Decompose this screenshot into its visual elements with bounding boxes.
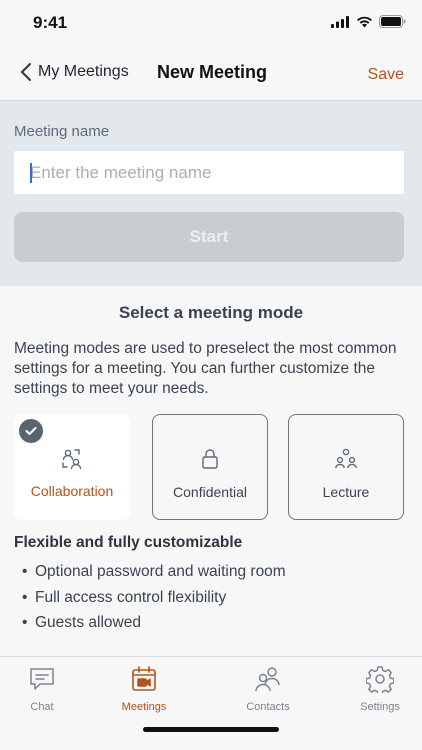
- signal-icon: [331, 15, 349, 28]
- chat-icon: [30, 668, 54, 690]
- mode-card-lecture[interactable]: Lecture: [288, 414, 404, 520]
- mode-card-collaboration[interactable]: Collaboration: [14, 414, 130, 520]
- chevron-left-icon: [21, 63, 31, 81]
- lock-icon: [200, 447, 220, 476]
- tab-label: Settings: [360, 701, 400, 713]
- tab-bar: Chat Meetings Contacts Settings: [0, 656, 422, 750]
- tab-label: Chat: [30, 701, 54, 713]
- tab-meetings[interactable]: Meetings: [99, 665, 189, 713]
- contacts-icon: [255, 667, 280, 692]
- checkmark-icon: [19, 419, 43, 443]
- meeting-name-label: Meeting name: [14, 123, 110, 140]
- meeting-name-input[interactable]: [14, 151, 404, 194]
- collaboration-icon: [60, 447, 84, 476]
- text-caret: [30, 163, 32, 183]
- calendar-video-icon: [132, 666, 156, 691]
- back-label: My Meetings: [38, 63, 129, 80]
- page-title: New Meeting: [157, 62, 268, 82]
- nav-bar: My Meetings New Meeting Save: [0, 46, 422, 100]
- tab-settings[interactable]: Settings: [335, 665, 422, 713]
- meeting-mode-section: Select a meeting mode Meeting modes are …: [0, 286, 422, 656]
- mode-description: Meeting modes are used to preselect the …: [14, 340, 397, 397]
- meeting-name-section: Meeting name Start: [0, 100, 422, 286]
- wifi-icon: [357, 16, 372, 27]
- mode-card-confidential[interactable]: Confidential: [152, 414, 268, 520]
- list-item: • Full access control flexibility: [22, 588, 227, 606]
- tab-chat[interactable]: Chat: [0, 665, 87, 713]
- feature-list: • Optional password and waiting room • Ful…: [22, 559, 286, 636]
- status-bar: 9:41: [0, 0, 422, 46]
- start-button[interactable]: Start: [14, 212, 404, 262]
- mode-label: Confidential: [173, 484, 247, 500]
- tab-label: Contacts: [246, 701, 290, 713]
- mode-section-title: Select a meeting mode: [118, 303, 304, 322]
- mode-label: Collaboration: [30, 483, 114, 499]
- audience-icon: [334, 447, 358, 476]
- gear-icon: [366, 666, 394, 693]
- features-title: Flexible and fully customizable: [14, 534, 243, 551]
- tab-label: Meetings: [121, 701, 167, 713]
- list-item: • Optional password and waiting room: [22, 563, 286, 580]
- tab-contacts[interactable]: Contacts: [223, 665, 313, 713]
- status-time: 9:41: [33, 13, 68, 32]
- back-button[interactable]: My Meetings: [20, 62, 129, 82]
- list-item: • Guests allowed: [22, 614, 141, 631]
- battery-icon: [379, 15, 406, 28]
- home-indicator: [143, 727, 279, 732]
- mode-label: Lecture: [322, 484, 370, 500]
- status-icons: [331, 15, 406, 28]
- save-button[interactable]: Save: [368, 66, 404, 84]
